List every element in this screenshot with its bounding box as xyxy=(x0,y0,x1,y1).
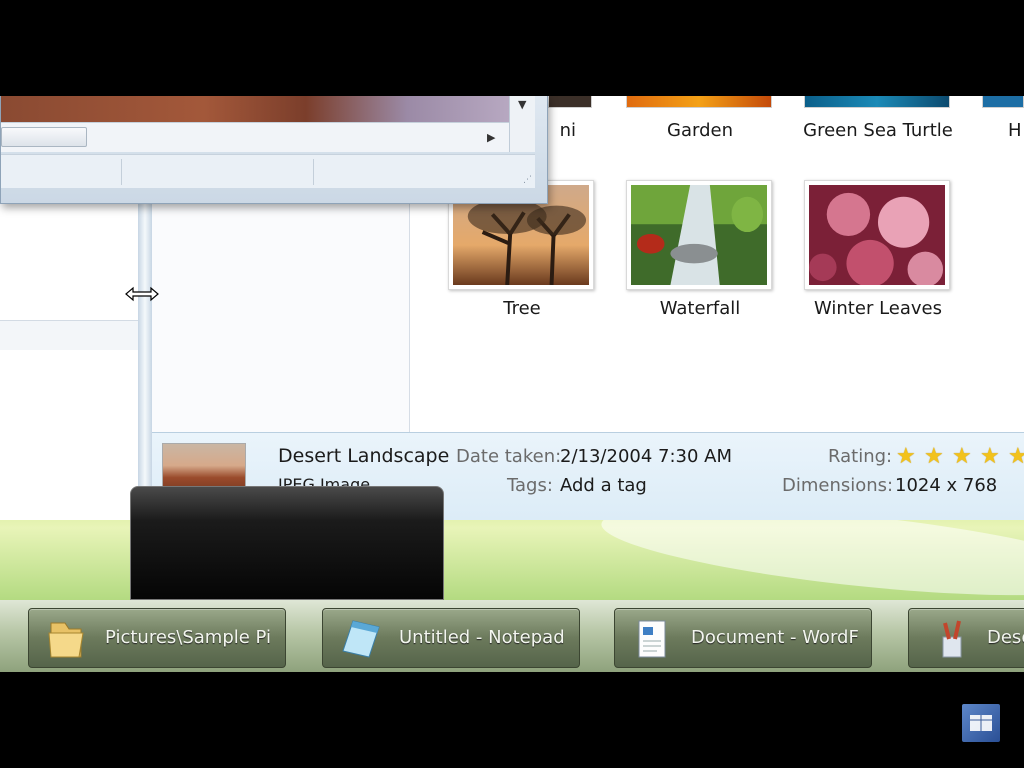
dimensions-value: 1024 x 768 xyxy=(895,475,998,496)
resize-cursor-icon xyxy=(125,286,159,302)
scroll-right-arrow-icon[interactable]: ▶ xyxy=(487,131,495,144)
viewer-image xyxy=(1,96,509,122)
scroll-down-arrow-icon[interactable]: ▼ xyxy=(518,98,526,111)
thumbnail-label[interactable]: Garden xyxy=(610,120,790,141)
taskbar-button-label: Dese xyxy=(987,627,1024,648)
winter-leaves-image xyxy=(809,185,945,287)
image-viewer-window: ▼ ▶ ⋰ xyxy=(0,96,548,204)
taskbar-button-label: Untitled - Notepad xyxy=(399,627,565,648)
rating-star-icon[interactable]: ★ xyxy=(952,444,972,469)
taskbar: Pictures\Sample Pi Untitled - Notepad Do… xyxy=(0,600,1024,672)
rating-star-icon[interactable]: ★ xyxy=(980,444,1000,469)
status-bar-separator xyxy=(121,159,122,185)
thumbnail-image[interactable] xyxy=(548,96,592,108)
thumbnail-label[interactable]: Waterfall xyxy=(610,298,790,319)
rating-star-icon[interactable]: ★ xyxy=(1008,444,1024,469)
taskbar-button-pictures[interactable]: Pictures\Sample Pi xyxy=(28,608,286,668)
status-bar-separator xyxy=(313,159,314,185)
thumbnail-label[interactable]: Winter Leaves xyxy=(788,298,968,319)
thumbnail-image[interactable] xyxy=(626,96,772,108)
thumbnail-label[interactable]: H xyxy=(1008,120,1024,141)
details-file-name: Desert Landscape xyxy=(278,445,450,467)
horizontal-scroll-thumb[interactable] xyxy=(1,127,87,147)
tags-value[interactable]: Add a tag xyxy=(560,475,647,496)
rating-label: Rating: xyxy=(828,446,893,467)
thumbnail-image[interactable] xyxy=(982,96,1024,108)
thumbnail-image[interactable] xyxy=(804,96,950,108)
status-bar: ⋰ xyxy=(1,154,535,188)
rating-star-icon[interactable]: ★ xyxy=(924,444,944,469)
resize-grip-icon[interactable]: ⋰ xyxy=(523,175,532,185)
taskbar-button-label: Document - WordF xyxy=(691,627,859,648)
channel-logo-icon xyxy=(962,704,1000,742)
desktop: ni Garden Green Sea Turtle H Tree Waterf… xyxy=(0,96,1024,672)
horizontal-scrollbar[interactable]: ▶ xyxy=(1,122,509,152)
paint-icon xyxy=(942,620,962,658)
folder-icon xyxy=(48,622,84,658)
thumbnail-label[interactable]: Tree xyxy=(432,298,612,319)
file-list-pane[interactable] xyxy=(152,196,410,432)
thumbnail-waterfall[interactable] xyxy=(626,180,772,290)
waterfall-image xyxy=(631,185,767,285)
vertical-scrollbar[interactable]: ▼ xyxy=(509,96,535,152)
tags-label: Tags: xyxy=(507,475,553,496)
wordpad-icon xyxy=(638,620,666,658)
notepad-icon xyxy=(342,620,380,658)
date-taken-label: Date taken: xyxy=(456,446,562,467)
taskbar-button-paint[interactable]: Dese xyxy=(908,608,1024,668)
taskbar-button-notepad[interactable]: Untitled - Notepad xyxy=(322,608,580,668)
date-taken-value[interactable]: 2/13/2004 7:30 AM xyxy=(560,446,732,467)
taskbar-button-label: Pictures\Sample Pi xyxy=(105,627,272,648)
taskbar-button-wordpad[interactable]: Document - WordF xyxy=(614,608,872,668)
navigation-pane-footer xyxy=(0,320,140,350)
dimensions-label: Dimensions: xyxy=(782,475,894,496)
thumbnail-label[interactable]: Green Sea Turtle xyxy=(788,120,968,141)
taskbar-thumbnail-preview[interactable] xyxy=(130,486,444,600)
thumbnail-winter-leaves[interactable] xyxy=(804,180,950,290)
rating-star-icon[interactable]: ★ xyxy=(896,444,916,469)
